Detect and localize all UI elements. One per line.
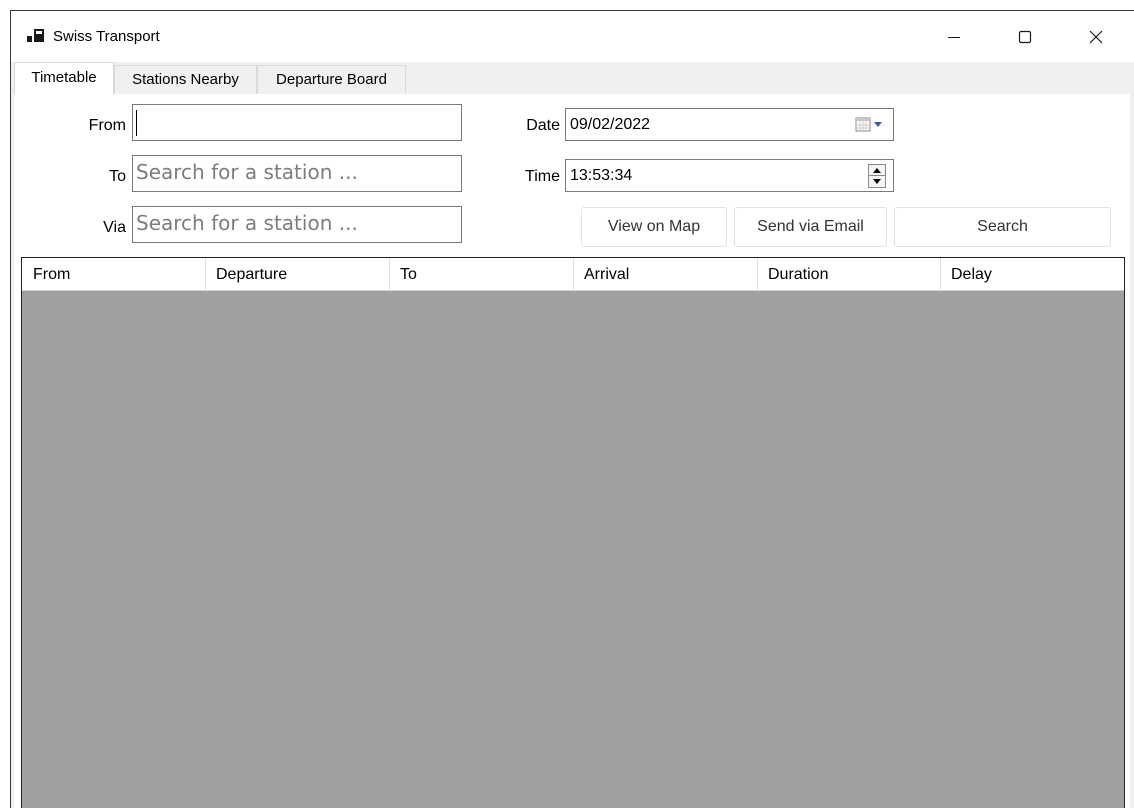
tab-strip: Timetable Stations Nearby Departure Boar… (11, 62, 1134, 95)
close-button[interactable] (1068, 11, 1124, 62)
time-value: 13:53:34 (570, 167, 633, 184)
maximize-icon (1018, 30, 1032, 43)
column-header-arrival[interactable]: Arrival (573, 258, 757, 291)
to-label: To (109, 168, 126, 185)
tab-departure-board[interactable]: Departure Board (257, 65, 406, 94)
minimize-button[interactable] (926, 11, 982, 62)
app-window: Swiss Transport Timetable Stations Nearb… (10, 10, 1134, 808)
view-on-map-button[interactable]: View on Map (581, 207, 727, 247)
date-value: 09/02/2022 (570, 116, 651, 133)
desktop: Swiss Transport Timetable Stations Nearb… (0, 0, 1134, 808)
from-label: From (88, 117, 126, 134)
time-picker[interactable]: 13:53:34 (565, 159, 894, 192)
to-input-placeholder: Search for a station ... (136, 160, 358, 184)
to-input[interactable]: Search for a station ... (132, 155, 462, 192)
maximize-button[interactable] (997, 11, 1053, 62)
date-picker[interactable]: 09/02/2022 (565, 108, 894, 141)
title-bar[interactable]: Swiss Transport (11, 11, 1134, 62)
connections-grid[interactable]: From Departure To Arrival Duration Delay (21, 257, 1125, 808)
via-input[interactable]: Search for a station ... (132, 206, 462, 243)
minimize-icon (948, 36, 960, 38)
send-via-email-button[interactable]: Send via Email (734, 207, 887, 247)
column-header-to[interactable]: To (389, 258, 573, 291)
timetable-panel: From To Search for a station ... Via Sea… (14, 94, 1130, 808)
time-increment-button[interactable] (869, 165, 885, 176)
column-header-from[interactable]: From (22, 258, 205, 291)
calendar-dropdown-icon[interactable] (855, 117, 887, 133)
time-label: Time (525, 168, 560, 185)
close-icon (1089, 30, 1103, 43)
search-button[interactable]: Search (894, 207, 1111, 247)
column-header-departure[interactable]: Departure (205, 258, 389, 291)
app-window-icon (27, 29, 44, 42)
tab-stations-nearby[interactable]: Stations Nearby (114, 65, 257, 94)
from-input[interactable] (132, 104, 462, 141)
spin-updown-icon (868, 164, 886, 188)
text-caret (136, 110, 137, 136)
column-header-duration[interactable]: Duration (757, 258, 940, 291)
date-label: Date (526, 117, 560, 134)
via-label: Via (103, 219, 126, 236)
column-header-delay[interactable]: Delay (940, 258, 1124, 291)
tab-timetable[interactable]: Timetable (14, 62, 114, 95)
time-decrement-button[interactable] (869, 176, 885, 187)
arrow-down-icon (873, 179, 881, 184)
arrow-up-icon (873, 167, 881, 173)
via-input-placeholder: Search for a station ... (136, 211, 358, 235)
grid-header: From Departure To Arrival Duration Delay (22, 258, 1124, 291)
window-title: Swiss Transport (53, 28, 160, 45)
